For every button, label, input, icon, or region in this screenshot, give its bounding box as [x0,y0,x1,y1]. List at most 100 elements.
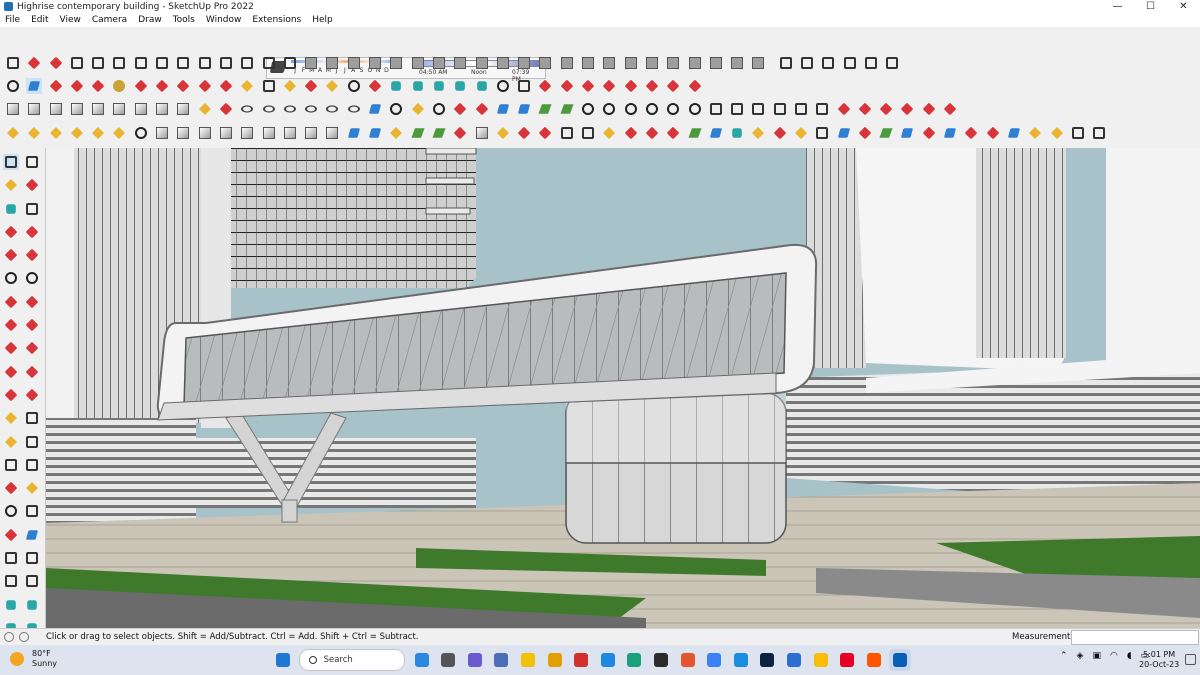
cube-icon[interactable] [218,125,234,141]
protractor-icon[interactable] [3,434,19,450]
environment-icon[interactable] [665,101,681,117]
rounded-rect-icon[interactable] [282,101,298,117]
freehand-icon[interactable] [24,224,40,240]
beam-icon[interactable] [69,125,85,141]
menu-edit[interactable]: Edit [26,15,54,25]
cross-red-icon[interactable] [665,125,681,141]
grid-blue-icon[interactable] [1006,125,1022,141]
store-icon[interactable] [703,649,725,671]
search-box[interactable]: Search [298,649,405,671]
app-dark-icon[interactable] [650,649,672,671]
sketchup-taskbar-icon[interactable] [889,649,912,671]
position-camera-icon[interactable] [3,550,19,566]
cross-green-icon[interactable] [687,125,703,141]
eraser-icon[interactable] [24,177,40,193]
push-pull-icon[interactable] [133,78,149,94]
round-corner-icon[interactable] [239,101,255,117]
target-icon[interactable] [133,125,149,141]
sandbox-scratch-icon[interactable] [24,597,40,613]
stop-icon[interactable] [963,125,979,141]
model-viewport[interactable] [46,148,1200,628]
gear-icon[interactable] [814,125,830,141]
grid-outline-icon[interactable] [1091,125,1107,141]
stamp-icon[interactable] [601,78,617,94]
cut-icon[interactable] [899,101,915,117]
layout-icon[interactable] [884,55,900,71]
extrude-face-icon[interactable] [516,101,532,117]
menu-camera[interactable]: Camera [87,15,133,25]
frame-icon[interactable] [708,101,724,117]
zoom-window-icon[interactable] [24,503,40,519]
window-alt-icon[interactable] [772,101,788,117]
green-block-icon[interactable] [431,125,447,141]
pan-icon[interactable] [324,78,340,94]
twist-icon[interactable] [410,55,426,71]
cylinder-icon[interactable] [239,125,255,141]
star-light-icon[interactable] [90,125,106,141]
rotate-icon[interactable] [197,78,213,94]
plain-tile-icon[interactable] [474,125,490,141]
weld-icon[interactable] [623,55,639,71]
sandbox-contours-icon[interactable] [3,597,19,613]
offset-icon[interactable] [239,55,255,71]
menu-draw[interactable]: Draw [133,15,168,25]
green-plant-icon[interactable] [878,125,894,141]
smoove-icon[interactable] [580,78,596,94]
select-icon[interactable] [3,154,19,170]
scatter-icon[interactable] [750,55,766,71]
geo-location-icon[interactable] [4,632,14,642]
move-icon[interactable] [175,78,191,94]
right-view-icon[interactable] [452,78,468,94]
notification-icon[interactable] [1185,654,1196,665]
stretch-icon[interactable] [452,55,468,71]
bezier-icon[interactable] [26,55,42,71]
wifi-icon[interactable]: ◠ [1110,651,1118,661]
blend-icon[interactable] [367,101,383,117]
lock-icon[interactable] [814,101,830,117]
close-button[interactable]: ✕ [1167,0,1200,13]
spot-icon[interactable] [48,125,64,141]
orbit-icon[interactable] [3,480,19,496]
dotted-line-icon[interactable] [623,125,639,141]
dots-pattern-icon[interactable] [1070,125,1086,141]
telegram-icon[interactable] [597,649,619,671]
start-icon[interactable] [272,649,294,671]
ring-icon[interactable] [431,101,447,117]
measurements-input[interactable] [1071,630,1199,645]
blue-block-icon[interactable] [367,125,383,141]
edit-group-icon[interactable] [111,101,127,117]
defender-icon[interactable]: ◈ [1077,651,1084,661]
oval-icon[interactable] [346,101,362,117]
extend-icon[interactable] [261,55,277,71]
scale-icon[interactable] [218,78,234,94]
front-view-icon[interactable] [431,78,447,94]
app-blue-icon[interactable] [730,649,752,671]
pinterest-icon[interactable] [836,649,858,671]
clock[interactable]: 5:01 PM 20-Oct-23 [1139,650,1179,670]
soundcloud-icon[interactable] [863,649,885,671]
brave-icon[interactable] [677,649,699,671]
cloud-icon[interactable] [175,55,191,71]
dimension-icon[interactable] [24,410,40,426]
orbit-icon[interactable] [303,78,319,94]
zoom-icon[interactable] [3,503,19,519]
tag-icon[interactable] [197,101,213,117]
freehand-icon[interactable] [5,55,21,71]
chamfer-icon[interactable] [218,55,234,71]
yellow-tile-icon[interactable] [388,125,404,141]
menu-view[interactable]: View [55,15,87,25]
profile-icon[interactable] [303,55,319,71]
style-icon[interactable] [495,78,511,94]
curve-icon[interactable] [48,55,64,71]
tag-tool-icon[interactable] [24,201,40,217]
top-view-icon[interactable] [410,78,426,94]
teams-icon[interactable] [464,649,486,671]
sandbox-from-contours-icon[interactable] [537,78,553,94]
section-plane-icon[interactable] [24,573,40,589]
array-icon[interactable] [133,101,149,117]
wrap-icon[interactable] [878,101,894,117]
axes-icon[interactable] [3,457,19,473]
widgets-icon[interactable] [411,649,433,671]
texture-icon[interactable] [687,55,703,71]
dome-icon[interactable] [111,125,127,141]
